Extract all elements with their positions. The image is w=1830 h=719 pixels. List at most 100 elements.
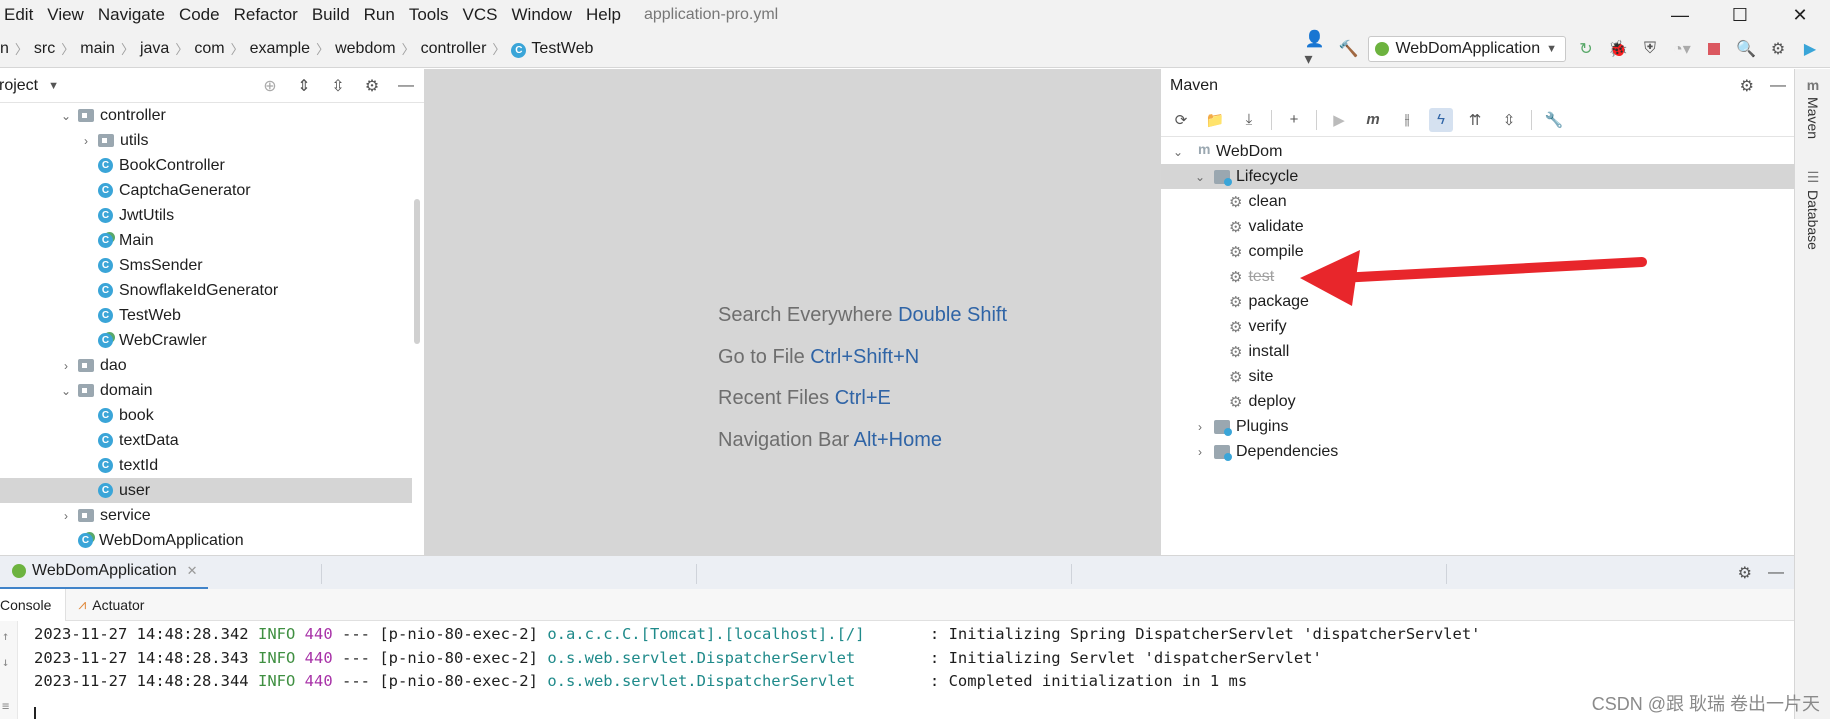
chevron-right-icon[interactable]: › <box>1192 445 1208 459</box>
search-icon[interactable]: 🔍 <box>1734 37 1758 61</box>
project-title[interactable]: roject <box>0 77 38 95</box>
project-tree-item[interactable]: C BookController <box>0 153 412 178</box>
chevron-down-icon[interactable]: ⌄ <box>1192 170 1208 184</box>
collapse-all-icon[interactable]: ⇳ <box>1497 108 1521 132</box>
locate-icon[interactable]: ⊕ <box>258 74 282 98</box>
database-side-tab[interactable]: ☰ Database <box>1795 169 1830 250</box>
collapse-all-icon[interactable]: ⇳ <box>326 74 350 98</box>
add-icon[interactable]: + <box>1282 108 1306 132</box>
project-tree-item[interactable]: › utils <box>0 128 412 153</box>
console-output[interactable]: ↑ ↓ ≡ 2023-11-27 14:48:28.342 INFO 440 -… <box>0 621 1794 719</box>
download-icon[interactable]: ⤓ <box>1237 108 1261 132</box>
profile-icon[interactable]: ◔▾ <box>1670 37 1694 61</box>
rerun-icon[interactable]: ↻ <box>1574 37 1598 61</box>
project-tree-item[interactable]: C SmsSender <box>0 253 412 278</box>
breadcrumb-src[interactable]: src <box>28 40 61 58</box>
breadcrumb-partial[interactable]: n <box>0 40 15 58</box>
close-button[interactable]: ✕ <box>1770 0 1830 30</box>
user-icon[interactable]: 👤▾ <box>1304 31 1328 68</box>
chevron-right-icon[interactable]: › <box>1192 420 1208 434</box>
settings-icon[interactable]: ⚙ <box>1738 563 1752 583</box>
reload-icon[interactable]: ⟳ <box>1169 108 1193 132</box>
menu-tools[interactable]: Tools <box>402 5 456 25</box>
project-tree-item[interactable]: CtextId <box>0 453 412 478</box>
hide-icon[interactable]: — <box>1768 564 1784 582</box>
menu-help[interactable]: Help <box>579 5 628 25</box>
chevron-down-icon[interactable]: ⌄ <box>1170 145 1186 159</box>
toggle-offline-icon[interactable]: ⫲ <box>1395 108 1419 132</box>
maven-dependencies[interactable]: › Dependencies <box>1161 439 1795 464</box>
chevron-right-icon[interactable]: › <box>58 509 74 523</box>
project-tree-item[interactable]: C CaptchaGenerator <box>0 178 412 203</box>
menu-navigate[interactable]: Navigate <box>91 5 172 25</box>
breadcrumb-webdom[interactable]: webdom <box>329 40 401 58</box>
project-tree-item[interactable]: C TestWeb <box>0 303 412 328</box>
debug-icon[interactable]: 🐞 <box>1606 37 1630 61</box>
scroll-down-icon[interactable]: ↓ <box>2 655 9 669</box>
close-icon[interactable]: ✕ <box>187 563 198 579</box>
lifecycle-goal-site[interactable]: ⚙ site <box>1161 364 1795 389</box>
project-scrollbar[interactable] <box>414 199 420 344</box>
run-configuration-selector[interactable]: WebDomApplication ▼ <box>1368 36 1566 62</box>
project-tree-item[interactable]: › dao <box>0 353 412 378</box>
maven-plugins[interactable]: › Plugins <box>1161 414 1795 439</box>
maven-side-tab[interactable]: m Maven <box>1795 77 1830 139</box>
breadcrumb-java[interactable]: java <box>134 40 175 58</box>
chevron-down-icon[interactable]: ⌄ <box>58 384 74 398</box>
lifecycle-goal-verify[interactable]: ⚙ verify <box>1161 314 1795 339</box>
maven-lifecycle[interactable]: ⌄ Lifecycle <box>1161 164 1795 189</box>
plugin-icon[interactable]: ▶ <box>1798 37 1822 61</box>
soft-wrap-icon[interactable]: ≡ <box>2 699 9 713</box>
breadcrumb-example[interactable]: example <box>244 40 316 58</box>
breadcrumb-com[interactable]: com <box>188 40 230 58</box>
lifecycle-goal-deploy[interactable]: ⚙ deploy <box>1161 389 1795 414</box>
menu-run[interactable]: Run <box>357 5 402 25</box>
breadcrumb-controller[interactable]: controller <box>415 40 493 58</box>
show-dependencies-icon[interactable]: ⇈ <box>1463 108 1487 132</box>
project-tree-item[interactable]: Cuser <box>0 478 412 503</box>
menu-view[interactable]: View <box>40 5 91 25</box>
menu-edit[interactable]: Edit <box>0 5 40 25</box>
settings-icon[interactable]: ⚙ <box>1740 76 1754 96</box>
console-tab[interactable]: Console <box>0 588 67 621</box>
project-tree-item[interactable]: › service <box>0 503 412 528</box>
menu-vcs[interactable]: VCS <box>456 5 505 25</box>
chevron-right-icon[interactable]: › <box>78 134 94 148</box>
menu-window[interactable]: Window <box>505 5 579 25</box>
lifecycle-goal-install[interactable]: ⚙ install <box>1161 339 1795 364</box>
generate-sources-icon[interactable]: 📁 <box>1203 108 1227 132</box>
breadcrumb-main[interactable]: main <box>74 40 121 58</box>
project-tree-item[interactable]: ⌄ controller <box>0 103 412 128</box>
chevron-down-icon[interactable]: ⌄ <box>58 109 74 123</box>
menu-refactor[interactable]: Refactor <box>227 5 305 25</box>
project-tree-item[interactable]: CtextData <box>0 428 412 453</box>
maximize-button[interactable]: ☐ <box>1710 0 1770 30</box>
execute-goal-icon[interactable]: m <box>1361 108 1385 132</box>
project-tree-item[interactable]: C Main <box>0 228 412 253</box>
chevron-down-icon[interactable]: ▼ <box>48 80 59 92</box>
lifecycle-goal-clean[interactable]: ⚙ clean <box>1161 189 1795 214</box>
project-tree-item[interactable]: C WebDomApplication <box>0 528 412 553</box>
minimize-button[interactable]: — <box>1650 0 1710 30</box>
coverage-icon[interactable]: ⛨ <box>1638 37 1662 61</box>
breadcrumb-current[interactable]: C TestWeb <box>505 40 599 58</box>
project-tree-item[interactable]: Cbook <box>0 403 412 428</box>
wrench-icon[interactable]: 🔧 <box>1542 108 1566 132</box>
hide-icon[interactable]: — <box>1770 77 1786 95</box>
actuator-tab[interactable]: ⩘ Actuator <box>66 589 158 621</box>
lifecycle-goal-validate[interactable]: ⚙ validate <box>1161 214 1795 239</box>
scroll-up-icon[interactable]: ↑ <box>2 629 9 643</box>
project-tree-item[interactable]: C SnowflakeIdGenerator <box>0 278 412 303</box>
maven-root[interactable]: ⌄ WebDom <box>1161 139 1795 164</box>
settings-icon[interactable]: ⚙ <box>1766 37 1790 61</box>
project-tree-item[interactable]: C JwtUtils <box>0 203 412 228</box>
hammer-icon[interactable]: 🔨 <box>1336 37 1360 61</box>
stop-icon[interactable] <box>1702 37 1726 61</box>
run-icon[interactable]: ▶ <box>1327 108 1351 132</box>
project-tree-item[interactable]: C WebCrawler <box>0 328 412 353</box>
run-tab[interactable]: WebDomApplication ✕ <box>0 556 208 590</box>
project-tree-item[interactable]: ⌄ domain <box>0 378 412 403</box>
hide-icon[interactable]: — <box>394 74 418 98</box>
expand-all-icon[interactable]: ⇕ <box>292 74 316 98</box>
menu-code[interactable]: Code <box>172 5 227 25</box>
